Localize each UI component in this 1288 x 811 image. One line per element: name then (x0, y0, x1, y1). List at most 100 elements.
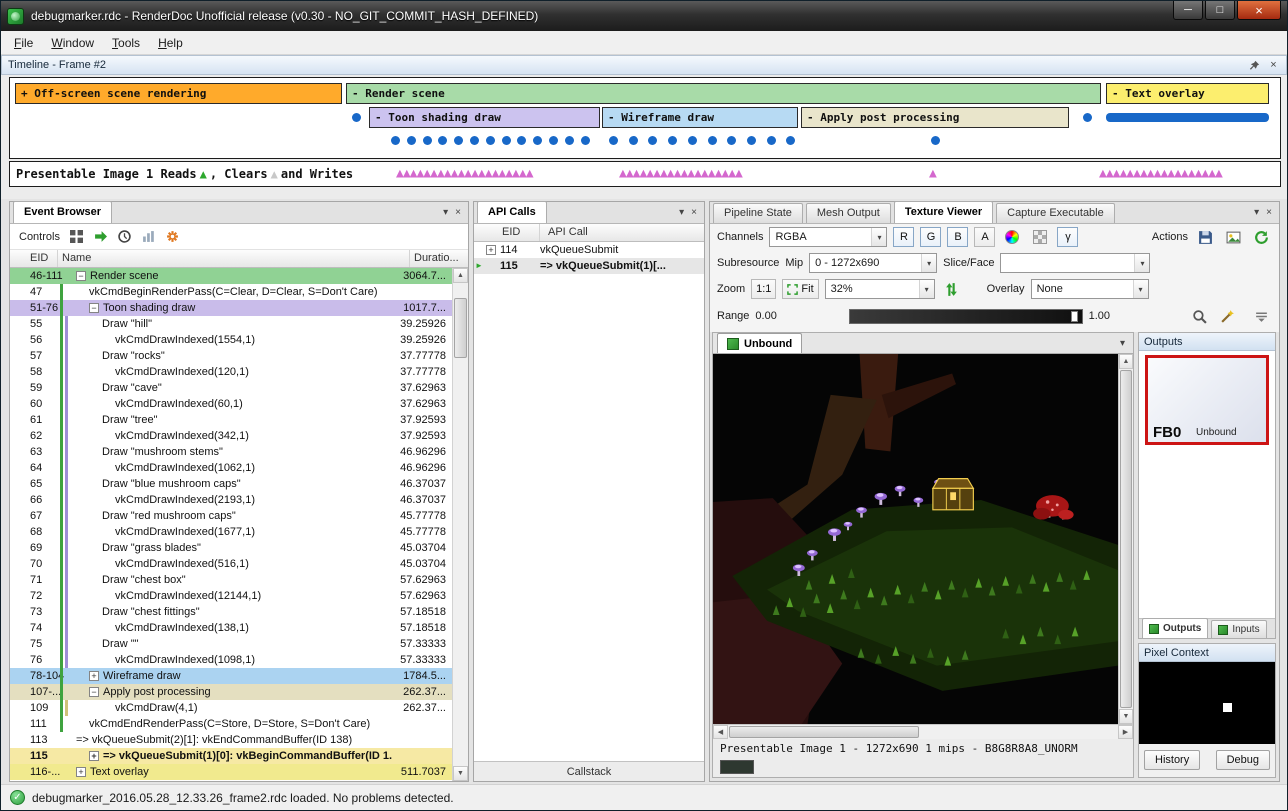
tab-mesh-output[interactable]: Mesh Output (806, 203, 891, 223)
settings-icon[interactable] (165, 229, 180, 244)
timeline-draw-dot[interactable] (648, 136, 657, 145)
event-row[interactable]: 78-104+Wireframe draw1784.5... (10, 668, 452, 684)
api-call-row[interactable]: +114vkQueueSubmit (474, 242, 704, 258)
timeline-section-bar[interactable]: - Render scene (346, 83, 1101, 104)
tab-unbound-texture[interactable]: Unbound (717, 333, 802, 353)
range-white-handle[interactable] (1071, 311, 1078, 322)
refresh-button[interactable] (1250, 227, 1272, 247)
event-row[interactable]: 111vkCmdEndRenderPass(C=Store, D=Store, … (10, 716, 452, 732)
texture-list-chevron-icon[interactable]: ▾ (1120, 338, 1133, 353)
menu-help[interactable]: Help (149, 33, 192, 53)
timeline-draw-dot[interactable] (747, 136, 756, 145)
timeline-draw-dot[interactable] (533, 136, 542, 145)
tree-toggle-icon[interactable]: + (486, 245, 496, 255)
scroll-up-icon[interactable]: ▲ (1119, 354, 1133, 369)
timeline-draw-dot[interactable] (517, 136, 526, 145)
event-row[interactable]: 107-...−Apply post processing262.37... (10, 684, 452, 700)
event-row[interactable]: 63Draw "mushroom stems"46.96296 (10, 444, 452, 460)
event-row[interactable]: 66vkCmdDrawIndexed(2193,1)46.37037 (10, 492, 452, 508)
texture-hscrollbar[interactable]: ◀ ▶ (713, 724, 1133, 739)
tab-capture-executable[interactable]: Capture Executable (996, 203, 1115, 223)
event-row[interactable]: 116-...+Text overlay511.7037 (10, 764, 452, 780)
scroll-down-icon[interactable]: ▼ (453, 766, 468, 781)
texture-vscrollbar[interactable]: ▲ ▼ (1118, 354, 1133, 724)
maximize-button[interactable]: □ (1205, 1, 1235, 20)
timeline-titlebar[interactable]: Timeline - Frame #2 × (1, 55, 1287, 75)
event-row[interactable]: 69Draw "grass blades"45.03704 (10, 540, 452, 556)
timeline-footer[interactable]: Presentable Image 1 Reads▲, Clears▲and W… (9, 161, 1281, 187)
timeline-draw-dot[interactable] (438, 136, 447, 145)
event-row[interactable]: 75Draw ""57.33333 (10, 636, 452, 652)
event-row[interactable]: 51-76−Toon shading draw1017.7... (10, 300, 452, 316)
right-panel-menu-icon[interactable]: ▾ (1254, 207, 1259, 218)
menu-window[interactable]: Window (42, 33, 103, 53)
timeline-section-bar[interactable]: + Off-screen scene rendering (15, 83, 342, 104)
save-texture-button[interactable] (1194, 227, 1216, 247)
column-name[interactable]: Name (58, 250, 410, 267)
event-row[interactable]: 47vkCmdBeginRenderPass(C=Clear, D=Clear,… (10, 284, 452, 300)
timeline-draw-dot[interactable] (470, 136, 479, 145)
event-browser-menu-icon[interactable]: ▾ (443, 207, 448, 218)
channel-blue-button[interactable]: B (947, 227, 968, 247)
api-call-row[interactable]: ►115=> vkQueueSubmit(1)[... (474, 258, 704, 274)
goto-eid-icon[interactable] (93, 229, 108, 244)
timeline-write-markers[interactable]: ▲ (929, 162, 936, 186)
event-row[interactable]: 115+=> vkQueueSubmit(1)[0]: vkBeginComma… (10, 748, 452, 764)
timeline-subsection-bar[interactable]: - Toon shading draw (369, 107, 600, 128)
timeline-toggle-icon[interactable] (69, 229, 84, 244)
timeline-draw-dot[interactable] (931, 136, 940, 145)
event-row[interactable]: 61Draw "tree"37.92593 (10, 412, 452, 428)
api-calls-menu-icon[interactable]: ▾ (679, 207, 684, 218)
event-row[interactable]: 59Draw "cave"37.62963 (10, 380, 452, 396)
timeline-section-bar[interactable]: - Text overlay (1106, 83, 1269, 104)
event-row[interactable]: 64vkCmdDrawIndexed(1062,1)46.96296 (10, 460, 452, 476)
event-row[interactable]: 113=> vkQueueSubmit(2)[1]: vkEndCommandB… (10, 732, 452, 748)
event-row[interactable]: 71Draw "chest box"57.62963 (10, 572, 452, 588)
timeline-event-dot[interactable] (1083, 113, 1092, 122)
tree-toggle-icon[interactable]: + (89, 751, 99, 761)
right-panel-close-icon[interactable]: × (1266, 207, 1272, 218)
event-row[interactable]: 109vkCmdDraw(4,1)262.37... (10, 700, 452, 716)
stats-icon[interactable] (141, 229, 156, 244)
timeline-draw-dot[interactable] (609, 136, 618, 145)
minimize-button[interactable]: ─ (1173, 1, 1203, 20)
pin-icon[interactable] (1248, 59, 1261, 72)
texture-canvas[interactable]: ▲ ▼ (713, 354, 1133, 724)
tab-texture-viewer[interactable]: Texture Viewer (894, 201, 993, 223)
titlebar[interactable]: debugmarker.rdc - RenderDoc Unofficial r… (1, 1, 1287, 31)
timeline-draw-dot[interactable] (767, 136, 776, 145)
zoom-range-button[interactable] (1188, 306, 1210, 326)
timeline-bars[interactable]: + Off-screen scene rendering- Render sce… (9, 77, 1281, 159)
timeline-draw-dot[interactable] (668, 136, 677, 145)
timeline-close-icon[interactable]: × (1267, 59, 1280, 72)
autofit-range-button[interactable] (1216, 306, 1238, 326)
event-browser-close-icon[interactable]: × (455, 207, 461, 218)
timeline-draw-dot[interactable] (727, 136, 736, 145)
timeline-event-dot[interactable] (352, 113, 361, 122)
flip-y-button[interactable] (941, 279, 963, 299)
mip-select[interactable]: 0 - 1272x690 ▾ (809, 253, 937, 273)
fit-button[interactable]: Fit (782, 279, 818, 299)
timeline-overlay-draws-bar[interactable] (1106, 113, 1269, 122)
channel-red-button[interactable]: R (893, 227, 914, 247)
colorwheel-button[interactable] (1001, 227, 1023, 247)
tab-pipeline-state[interactable]: Pipeline State (713, 203, 803, 223)
sliceface-select[interactable]: ▾ (1000, 253, 1150, 273)
timeline-draw-dot[interactable] (549, 136, 558, 145)
tree-toggle-icon[interactable]: + (76, 767, 86, 777)
timeline-draw-dot[interactable] (565, 136, 574, 145)
scroll-left-icon[interactable]: ◀ (713, 725, 728, 739)
pixel-context-view[interactable] (1139, 662, 1275, 744)
timeline-write-markers[interactable]: ▲▲▲▲▲▲▲▲▲▲▲▲▲▲▲▲▲▲▲▲ (396, 162, 533, 186)
scroll-up-icon[interactable]: ▲ (453, 268, 468, 283)
column-eid[interactable]: EID (474, 224, 540, 241)
scroll-thumb[interactable] (454, 298, 467, 358)
menu-file[interactable]: File (5, 33, 42, 53)
timeline-draw-dot[interactable] (688, 136, 697, 145)
scroll-thumb[interactable] (729, 726, 919, 738)
channels-select[interactable]: RGBA ▾ (769, 227, 887, 247)
timeline-write-markers[interactable]: ▲▲▲▲▲▲▲▲▲▲▲▲▲▲▲▲▲▲ (619, 162, 742, 186)
timeline-draw-dot[interactable] (708, 136, 717, 145)
event-row[interactable]: 55Draw "hill"39.25926 (10, 316, 452, 332)
timeline-draw-dot[interactable] (581, 136, 590, 145)
